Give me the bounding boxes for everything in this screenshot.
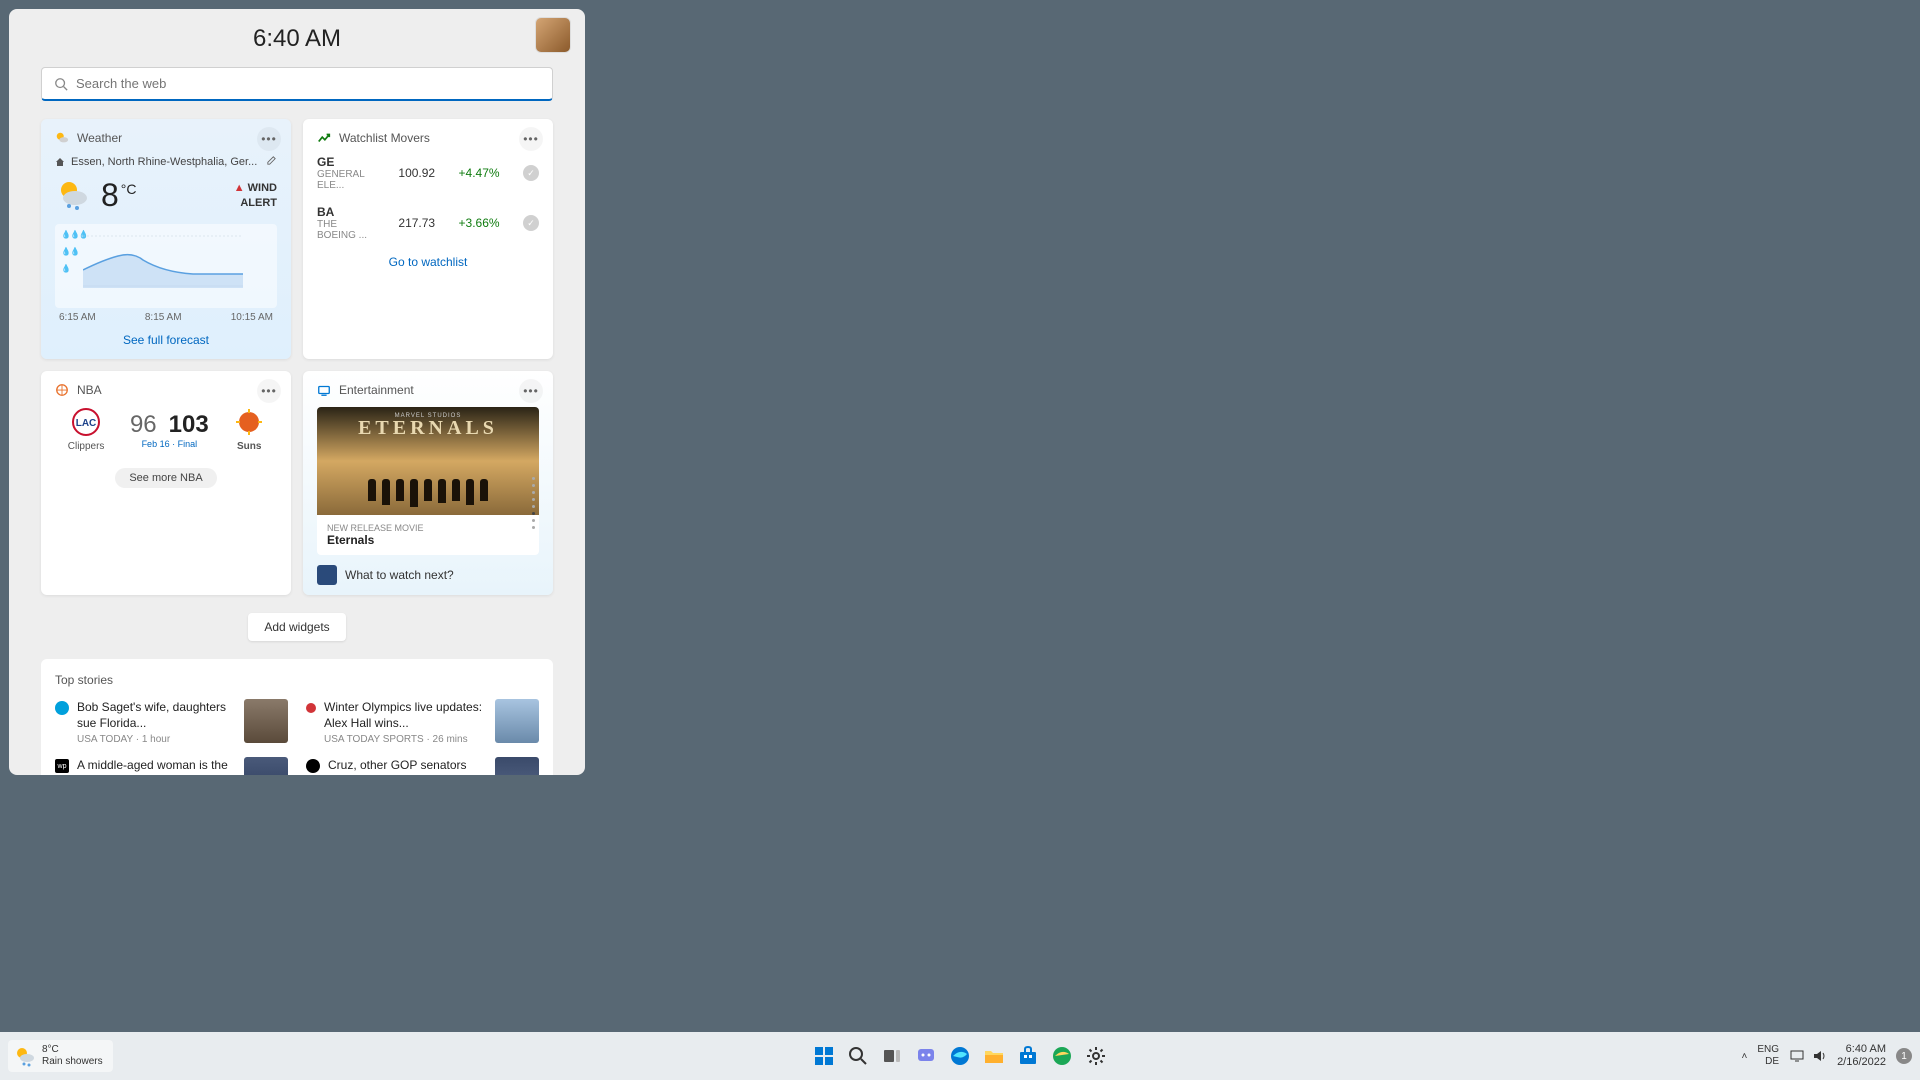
- more-icon: •••: [261, 133, 277, 145]
- weather-icon: [55, 131, 69, 145]
- alert-icon: ▲: [234, 182, 245, 194]
- story-item[interactable]: Winter Olympics live updates: Alex Hall …: [306, 699, 539, 745]
- live-icon: [306, 703, 316, 713]
- nba-widget[interactable]: NBA ••• LAC Clippers 96 103 Feb 16 · Fin…: [41, 371, 291, 595]
- pencil-icon: [266, 155, 277, 166]
- edge-canary-button[interactable]: [1048, 1042, 1076, 1070]
- weather-widget[interactable]: Weather ••• Essen, North Rhine-Westphali…: [41, 119, 291, 359]
- svg-text:LAC: LAC: [76, 418, 97, 429]
- game-status: Feb 16 · Final: [130, 439, 209, 449]
- story-thumb: [244, 699, 288, 743]
- away-score: 96: [130, 411, 157, 439]
- network-icon: [1789, 1048, 1805, 1064]
- nba-more-button[interactable]: •••: [257, 379, 281, 403]
- entertainment-widget[interactable]: Entertainment ••• MARVEL STUDIOS ETERNAL…: [303, 371, 553, 595]
- panel-header: 6:40 AM: [41, 25, 553, 53]
- weather-more-button[interactable]: •••: [257, 127, 281, 151]
- chart-time-3: 10:15 AM: [231, 312, 273, 323]
- top-stories-widget: Top stories Bob Saget's wife, daughters …: [41, 659, 553, 775]
- watchlist-more-button[interactable]: •••: [519, 127, 543, 151]
- weather-condition-icon: [55, 178, 91, 214]
- carousel-dots[interactable]: [532, 477, 535, 529]
- weather-location: Essen, North Rhine-Westphalia, Ger...: [71, 156, 257, 168]
- go-to-watchlist-link[interactable]: Go to watchlist: [317, 255, 539, 269]
- taskbar-clock[interactable]: 6:40 AM2/16/2022: [1837, 1043, 1886, 1069]
- story-thumb: [495, 757, 539, 775]
- explorer-button[interactable]: [980, 1042, 1008, 1070]
- clippers-logo: LAC: [71, 407, 101, 437]
- suns-logo: [234, 407, 264, 437]
- weather-chart: 💧💧💧💧💧💧: [55, 224, 277, 308]
- system-tray[interactable]: [1789, 1048, 1827, 1064]
- chart-time-1: 6:15 AM: [59, 312, 96, 323]
- movie-title: Eternals: [327, 533, 529, 547]
- tv-icon: [317, 383, 331, 397]
- weather-icon: [14, 1045, 36, 1067]
- source-icon: [55, 701, 69, 715]
- see-more-nba-link[interactable]: See more NBA: [115, 468, 216, 488]
- widgets-panel: 6:40 AM Weather ••• Essen, North Rhine-W…: [9, 9, 585, 775]
- more-icon: •••: [261, 385, 277, 397]
- task-view-button[interactable]: [878, 1042, 906, 1070]
- edit-location-button[interactable]: [266, 155, 277, 169]
- search-bar[interactable]: [41, 67, 553, 101]
- story-thumb: [495, 699, 539, 743]
- movie-tag: NEW RELEASE MOVIE: [327, 523, 529, 533]
- search-input[interactable]: [76, 76, 540, 91]
- chat-button[interactable]: [912, 1042, 940, 1070]
- story-item[interactable]: Cruz, other GOP senators oppose no-fly l…: [306, 757, 539, 775]
- store-button[interactable]: [1014, 1042, 1042, 1070]
- story-item[interactable]: Bob Saget's wife, daughters sue Florida.…: [55, 699, 288, 745]
- taskbar-weather[interactable]: 8°CRain showers: [8, 1040, 113, 1072]
- check-icon: ✓: [523, 215, 539, 231]
- provider-icon: [317, 565, 337, 585]
- chart-time-2: 8:15 AM: [145, 312, 182, 323]
- weather-unit: °C: [121, 181, 137, 197]
- search-button[interactable]: [844, 1042, 872, 1070]
- nba-title: NBA: [77, 383, 102, 397]
- show-hidden-icons[interactable]: ˄: [1742, 1051, 1748, 1062]
- what-to-watch-link[interactable]: What to watch next?: [317, 565, 539, 585]
- weather-alert[interactable]: ▲ WIND ALERT: [234, 181, 277, 210]
- more-icon: •••: [523, 385, 539, 397]
- check-icon: ✓: [523, 165, 539, 181]
- volume-icon: [1811, 1048, 1827, 1064]
- stock-row[interactable]: BATHE BOEING ... 217.73 +3.66% ✓: [317, 205, 539, 241]
- panel-time: 6:40 AM: [253, 25, 341, 53]
- language-switcher[interactable]: ENGDE: [1757, 1044, 1779, 1068]
- source-icon: wp: [55, 759, 69, 773]
- see-full-forecast-link[interactable]: See full forecast: [55, 333, 277, 347]
- stocks-icon: [317, 131, 331, 145]
- watchlist-widget[interactable]: Watchlist Movers ••• GEGENERAL ELE... 10…: [303, 119, 553, 359]
- top-stories-title: Top stories: [55, 673, 539, 687]
- watchlist-title: Watchlist Movers: [339, 131, 430, 145]
- stock-row[interactable]: GEGENERAL ELE... 100.92 +4.47% ✓: [317, 155, 539, 191]
- story-item[interactable]: wp A middle-aged woman is the third pati…: [55, 757, 288, 775]
- movie-poster[interactable]: MARVEL STUDIOS ETERNALS: [317, 407, 539, 515]
- weather-title: Weather: [77, 131, 122, 145]
- basketball-icon: [55, 383, 69, 397]
- story-thumb: [244, 757, 288, 775]
- source-icon: [306, 759, 320, 773]
- weather-temp: 8: [101, 177, 119, 214]
- taskbar-center: [810, 1042, 1110, 1070]
- notification-badge[interactable]: 1: [1896, 1048, 1912, 1064]
- start-button[interactable]: [810, 1042, 838, 1070]
- user-avatar[interactable]: [535, 17, 571, 53]
- settings-button[interactable]: [1082, 1042, 1110, 1070]
- entertainment-more-button[interactable]: •••: [519, 379, 543, 403]
- more-icon: •••: [523, 133, 539, 145]
- edge-button[interactable]: [946, 1042, 974, 1070]
- search-icon: [54, 77, 68, 91]
- add-widgets-button[interactable]: Add widgets: [248, 613, 345, 641]
- home-score: 103: [169, 411, 209, 439]
- entertainment-title: Entertainment: [339, 383, 414, 397]
- taskbar: 8°CRain showers ˄ ENGDE 6:40 AM2/16/2022…: [0, 1032, 1920, 1080]
- home-icon: [55, 157, 65, 167]
